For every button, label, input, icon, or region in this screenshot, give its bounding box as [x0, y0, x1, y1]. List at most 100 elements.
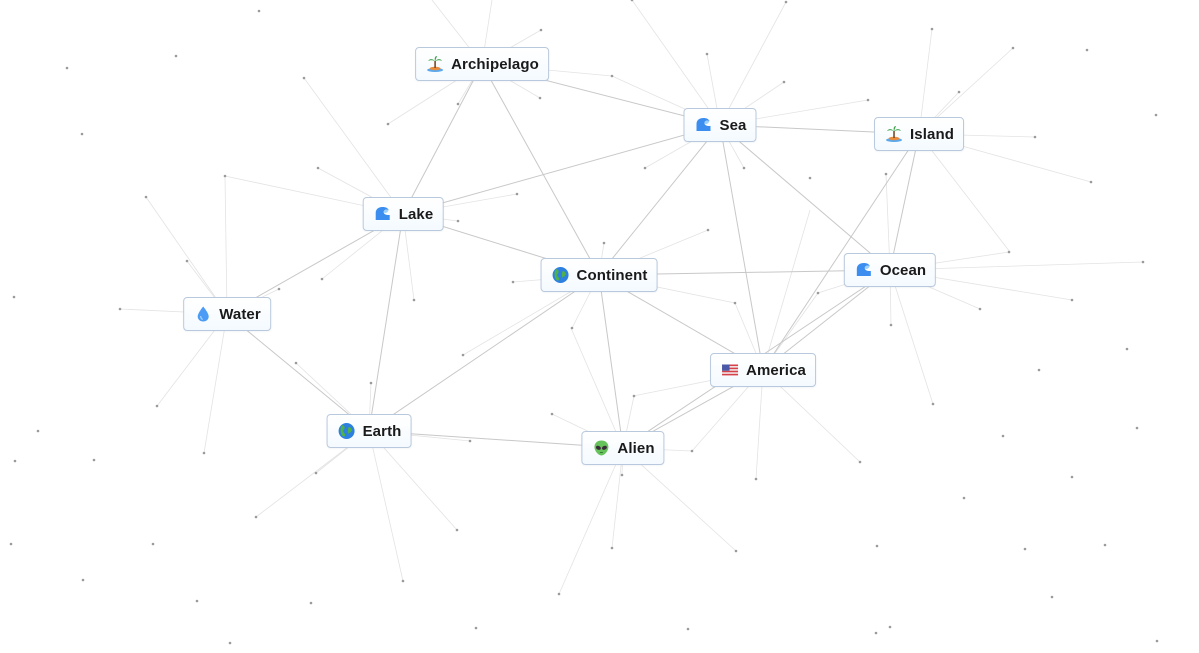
- background-dot-77: [254, 515, 258, 519]
- node-ocean[interactable]: Ocean: [843, 253, 937, 287]
- node-label: Archipelago: [451, 55, 539, 73]
- background-dot-84: [690, 449, 694, 453]
- node-lake[interactable]: Lake: [362, 197, 444, 231]
- spoke-edge-48: [203, 313, 228, 454]
- background-dot-32: [1070, 298, 1074, 302]
- background-dot-62: [889, 323, 893, 327]
- background-dot-82: [550, 412, 554, 416]
- background-dot-0: [257, 9, 261, 13]
- background-dot-78: [314, 471, 318, 475]
- node-water[interactable]: Water: [183, 297, 271, 331]
- background-dot-26: [1085, 48, 1089, 52]
- background-dot-25: [1089, 180, 1093, 184]
- us-flag-icon: [721, 361, 739, 379]
- node-label: Island: [910, 125, 954, 143]
- node-label: Alien: [617, 439, 655, 457]
- graph-canvas[interactable]: Archipelago Sea Island Lake Continent Oc…: [0, 0, 1199, 653]
- background-dot-60: [733, 301, 737, 305]
- edge-continent-alien: [598, 274, 624, 449]
- background-dot-13: [309, 601, 313, 605]
- background-dot-33: [1125, 347, 1129, 351]
- background-dot-65: [461, 353, 465, 357]
- spoke-edge-9: [719, 1, 787, 126]
- background-dot-3: [80, 132, 84, 136]
- spoke-edge-57: [762, 209, 811, 371]
- background-dot-27: [1011, 46, 1015, 50]
- graph-edges-layer: [9, 0, 1159, 645]
- background-dot-88: [302, 76, 306, 80]
- edge-sea-america: [719, 124, 764, 371]
- edge-island-america: [762, 133, 920, 371]
- background-dot-41: [875, 544, 879, 548]
- background-dot-69: [294, 361, 298, 365]
- background-dot-6: [13, 459, 17, 463]
- background-dot-18: [734, 549, 738, 553]
- edge-archipelago-continent: [481, 63, 600, 276]
- desert-island-icon: [885, 125, 903, 143]
- node-label: Earth: [362, 422, 402, 440]
- node-island[interactable]: Island: [874, 117, 964, 151]
- background-dot-86: [456, 102, 460, 106]
- node-label: Lake: [398, 205, 434, 223]
- node-label: Continent: [576, 266, 648, 284]
- background-dot-66: [412, 298, 416, 302]
- background-dot-21: [931, 402, 935, 406]
- alien-icon: [592, 439, 610, 457]
- background-dot-20: [858, 460, 862, 464]
- background-dot-61: [816, 291, 820, 295]
- background-dot-12: [228, 641, 232, 645]
- background-dot-17: [610, 546, 614, 550]
- background-dot-38: [962, 496, 966, 500]
- background-dot-30: [1154, 113, 1158, 117]
- background-dot-9: [81, 578, 85, 582]
- background-dot-76: [202, 451, 206, 455]
- background-dot-5: [36, 429, 40, 433]
- background-dot-35: [1135, 426, 1139, 430]
- spoke-edge-21: [918, 133, 1011, 253]
- wave-icon: [695, 116, 713, 134]
- spoke-edge-60: [368, 430, 404, 582]
- background-dot-72: [144, 195, 148, 199]
- background-dot-10: [151, 542, 155, 546]
- node-sea[interactable]: Sea: [683, 108, 757, 142]
- background-dot-50: [538, 96, 542, 100]
- node-america[interactable]: America: [710, 353, 816, 387]
- background-dot-55: [643, 166, 647, 170]
- edge-sea-lake: [402, 124, 721, 215]
- globe-americas-icon: [552, 266, 570, 284]
- background-dot-37: [1070, 475, 1074, 479]
- background-dot-29: [957, 90, 961, 94]
- node-earth[interactable]: Earth: [326, 414, 412, 448]
- edge-sea-continent: [598, 124, 721, 276]
- background-dot-44: [888, 625, 892, 629]
- background-dot-49: [539, 28, 543, 32]
- background-dot-56: [602, 241, 606, 245]
- background-dot-40: [1023, 547, 1027, 551]
- background-dot-89: [316, 166, 320, 170]
- background-dot-59: [570, 326, 574, 330]
- background-dot-47: [784, 0, 788, 4]
- background-dot-54: [742, 166, 746, 170]
- node-continent[interactable]: Continent: [540, 258, 658, 292]
- background-dot-1: [65, 66, 69, 70]
- edge-archipelago-lake: [402, 63, 483, 215]
- background-dot-91: [515, 192, 519, 196]
- node-archipelago[interactable]: Archipelago: [415, 47, 549, 81]
- background-dot-64: [808, 176, 812, 180]
- background-dot-75: [155, 404, 159, 408]
- background-dot-4: [12, 295, 16, 299]
- background-dot-43: [874, 631, 878, 635]
- background-dot-79: [401, 579, 405, 583]
- spoke-edge-22: [303, 77, 404, 215]
- background-dot-71: [223, 174, 227, 178]
- spoke-edge-49: [224, 175, 228, 315]
- node-label: Sea: [719, 116, 747, 134]
- background-dot-31: [1141, 260, 1145, 264]
- background-dot-48: [705, 52, 709, 56]
- node-alien[interactable]: Alien: [581, 431, 665, 465]
- spoke-edge-38: [889, 269, 934, 405]
- background-dot-42: [1050, 595, 1054, 599]
- background-dot-34: [1037, 368, 1041, 372]
- edge-sea-ocean: [719, 124, 891, 271]
- background-dot-67: [369, 381, 373, 385]
